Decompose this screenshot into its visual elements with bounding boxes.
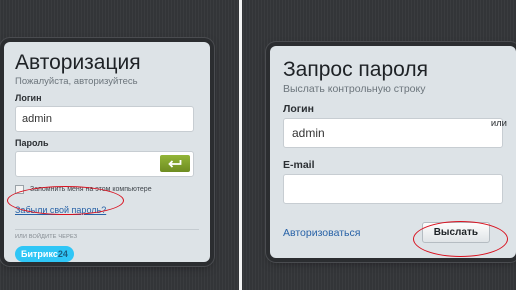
checkbox-box[interactable] <box>15 185 24 194</box>
authorize-link[interactable]: Авторизоваться <box>283 227 360 239</box>
bitrix-text: Битрикс <box>21 249 58 259</box>
login-panel: Авторизация Пожалуйста, авторизуйтесь Ло… <box>4 42 210 262</box>
forgot-password-link[interactable]: Забыли свой пароль? <box>15 205 199 215</box>
login-subtitle: Пожалуйста, авторизуйтесь <box>15 76 138 87</box>
screenshot-divider <box>239 0 242 290</box>
bitrix-number: 24 <box>57 249 68 259</box>
login-title: Авторизация <box>15 51 141 74</box>
reset-subtitle: Выслать контрольную строку <box>283 83 426 95</box>
separator <box>15 229 199 230</box>
remember-me-checkbox[interactable]: Запомнить меня на этом компьютере <box>15 185 199 194</box>
password-row <box>15 151 194 177</box>
remember-me-label: Запомнить меня на этом компьютере <box>30 186 152 193</box>
enter-button[interactable] <box>160 155 190 172</box>
bitrix24-button[interactable]: Битрикс24 <box>15 246 74 262</box>
send-button[interactable]: Выслать <box>421 222 490 243</box>
reset-title: Запрос пароля <box>283 58 429 81</box>
reset-login-input[interactable] <box>283 118 503 148</box>
email-input[interactable] <box>283 174 503 204</box>
email-label: E-mail <box>283 159 315 171</box>
or-label: или <box>490 118 507 129</box>
login-input[interactable] <box>15 106 194 132</box>
enter-arrow-icon <box>168 160 182 168</box>
login-via-label: ИЛИ ВОЙДИТЕ ЧЕРЕЗ <box>15 234 78 240</box>
password-label: Пароль <box>15 138 49 148</box>
password-request-panel: Запрос пароля Выслать контрольную строку… <box>270 46 516 258</box>
login-label: Логин <box>15 93 42 103</box>
reset-footer: Авторизоваться Выслать <box>283 222 504 243</box>
reset-login-label: Логин <box>283 103 314 115</box>
